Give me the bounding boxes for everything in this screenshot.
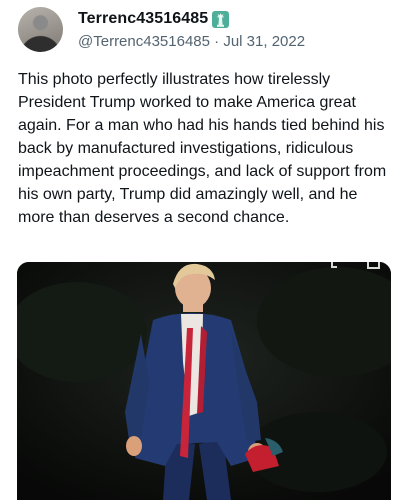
expand-icon[interactable] <box>331 262 345 270</box>
author-name-row[interactable]: Terrenc43516485 <box>78 10 230 28</box>
statue-of-liberty-icon <box>212 10 230 28</box>
author-meta: @Terrenc43516485 · Jul 31, 2022 <box>78 33 305 50</box>
close-icon[interactable] <box>367 262 381 270</box>
avatar[interactable] <box>18 7 63 52</box>
tweet-date[interactable]: Jul 31, 2022 <box>223 33 305 50</box>
author-display-name[interactable]: Terrenc43516485 <box>78 10 208 28</box>
photo-content <box>17 262 391 500</box>
tweet-text: This photo perfectly illustrates how tir… <box>18 71 387 226</box>
tweet-photo[interactable] <box>17 262 391 500</box>
author-handle[interactable]: @Terrenc43516485 <box>78 33 210 50</box>
